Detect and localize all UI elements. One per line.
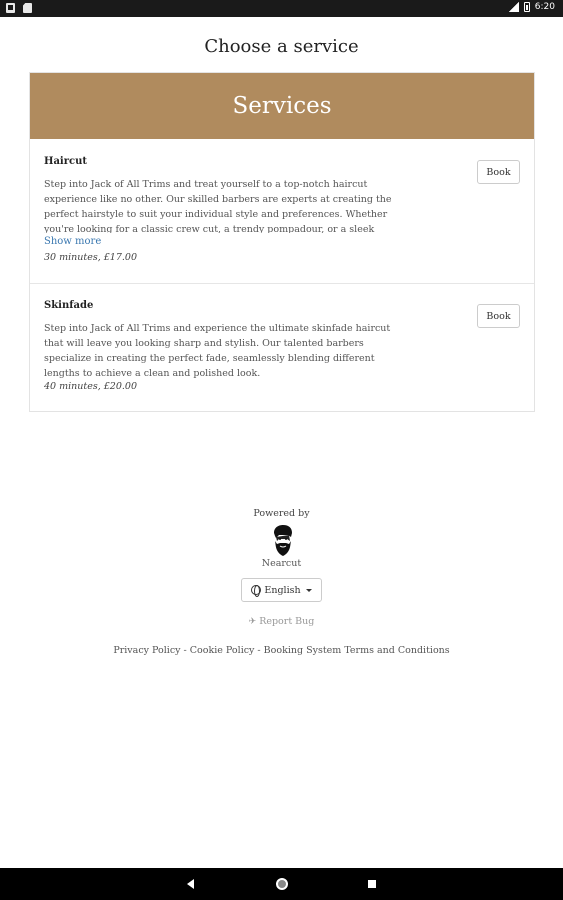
report-bug-link[interactable]: ✈ Report Bug — [0, 616, 563, 627]
page-title: Choose a service — [204, 36, 359, 57]
nearcut-logo-icon[interactable] — [267, 524, 297, 558]
brand-name: Nearcut — [261, 558, 302, 569]
service-name: Haircut — [44, 156, 87, 167]
language-label: English — [264, 584, 301, 596]
notification-icon — [6, 3, 15, 13]
service-duration-price: 40 minutes, £20.00 — [44, 381, 137, 392]
signal-icon — [508, 2, 519, 12]
document-icon — [23, 3, 32, 13]
service-item-haircut: Haircut Step into Jack of All Trims and … — [30, 139, 534, 284]
powered-by-label: Powered by — [253, 508, 310, 519]
battery-icon — [523, 2, 530, 12]
status-bar: 6:20 — [0, 0, 563, 17]
book-skinfade-button[interactable]: Book — [477, 304, 520, 328]
services-header: Services — [30, 73, 534, 139]
service-description: Step into Jack of All Trims and experien… — [44, 323, 391, 379]
legal-links[interactable]: Privacy Policy - Cookie Policy - Booking… — [0, 645, 563, 656]
report-bug-label: Report Bug — [259, 616, 315, 627]
status-time: 6:20 — [534, 2, 555, 12]
services-card: Services Haircut Step into Jack of All T… — [29, 72, 535, 412]
home-icon[interactable] — [276, 878, 288, 890]
show-more-link[interactable]: Show more — [44, 236, 101, 247]
service-duration-price: 30 minutes, £17.00 — [44, 252, 137, 263]
navigation-bar — [0, 868, 563, 900]
bug-icon: ✈ — [248, 616, 257, 627]
recent-apps-icon[interactable] — [368, 880, 376, 888]
book-haircut-button[interactable]: Book — [477, 160, 520, 184]
globe-icon — [251, 585, 262, 597]
footer: Powered by Nearcut English ✈ Report Bug … — [0, 508, 563, 656]
language-dropdown[interactable]: English — [241, 578, 322, 602]
caret-down-icon — [305, 588, 312, 592]
service-item-skinfade: Skinfade Step into Jack of All Trims and… — [30, 284, 534, 411]
back-icon[interactable] — [187, 879, 194, 889]
service-name: Skinfade — [44, 300, 94, 311]
service-description: Step into Jack of All Trims and treat yo… — [44, 179, 392, 233]
services-heading: Services — [232, 93, 332, 119]
